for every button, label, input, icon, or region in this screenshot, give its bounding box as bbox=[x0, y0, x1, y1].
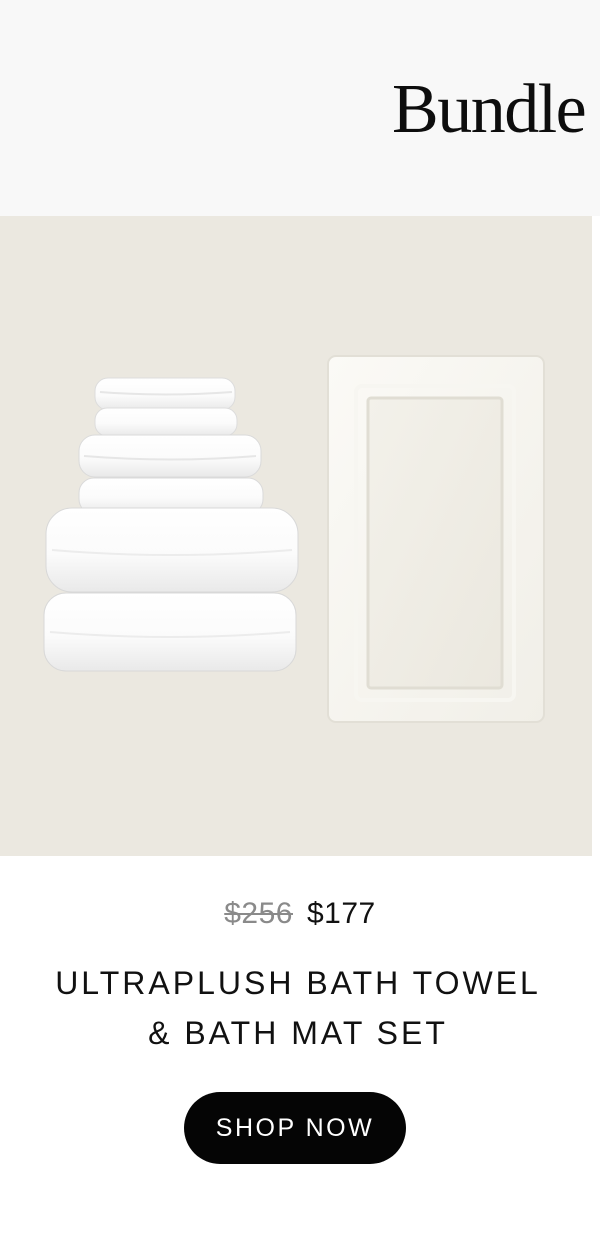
bath-mat bbox=[327, 355, 545, 723]
email-bundle-page: Bundle $256 $177 ULTRAPLUSH BATH TOWEL &… bbox=[0, 0, 600, 1244]
product-title-line-1: ULTRAPLUSH BATH TOWEL bbox=[55, 965, 541, 1001]
price-row: $256 $177 bbox=[0, 894, 600, 934]
towel-and-mat-illustration bbox=[43, 355, 545, 723]
header-banner: Bundle bbox=[0, 0, 600, 216]
product-title-line-2: & BATH MAT SET bbox=[148, 1015, 448, 1051]
product-hero-image[interactable] bbox=[0, 216, 592, 856]
towel-stack bbox=[43, 377, 299, 672]
page-title: Bundle bbox=[392, 71, 587, 148]
shop-now-button[interactable]: SHOP NOW bbox=[184, 1092, 406, 1164]
sale-price: $177 bbox=[307, 897, 376, 930]
original-price: $256 bbox=[224, 897, 293, 930]
product-title[interactable]: ULTRAPLUSH BATH TOWEL & BATH MAT SET bbox=[20, 958, 576, 1058]
